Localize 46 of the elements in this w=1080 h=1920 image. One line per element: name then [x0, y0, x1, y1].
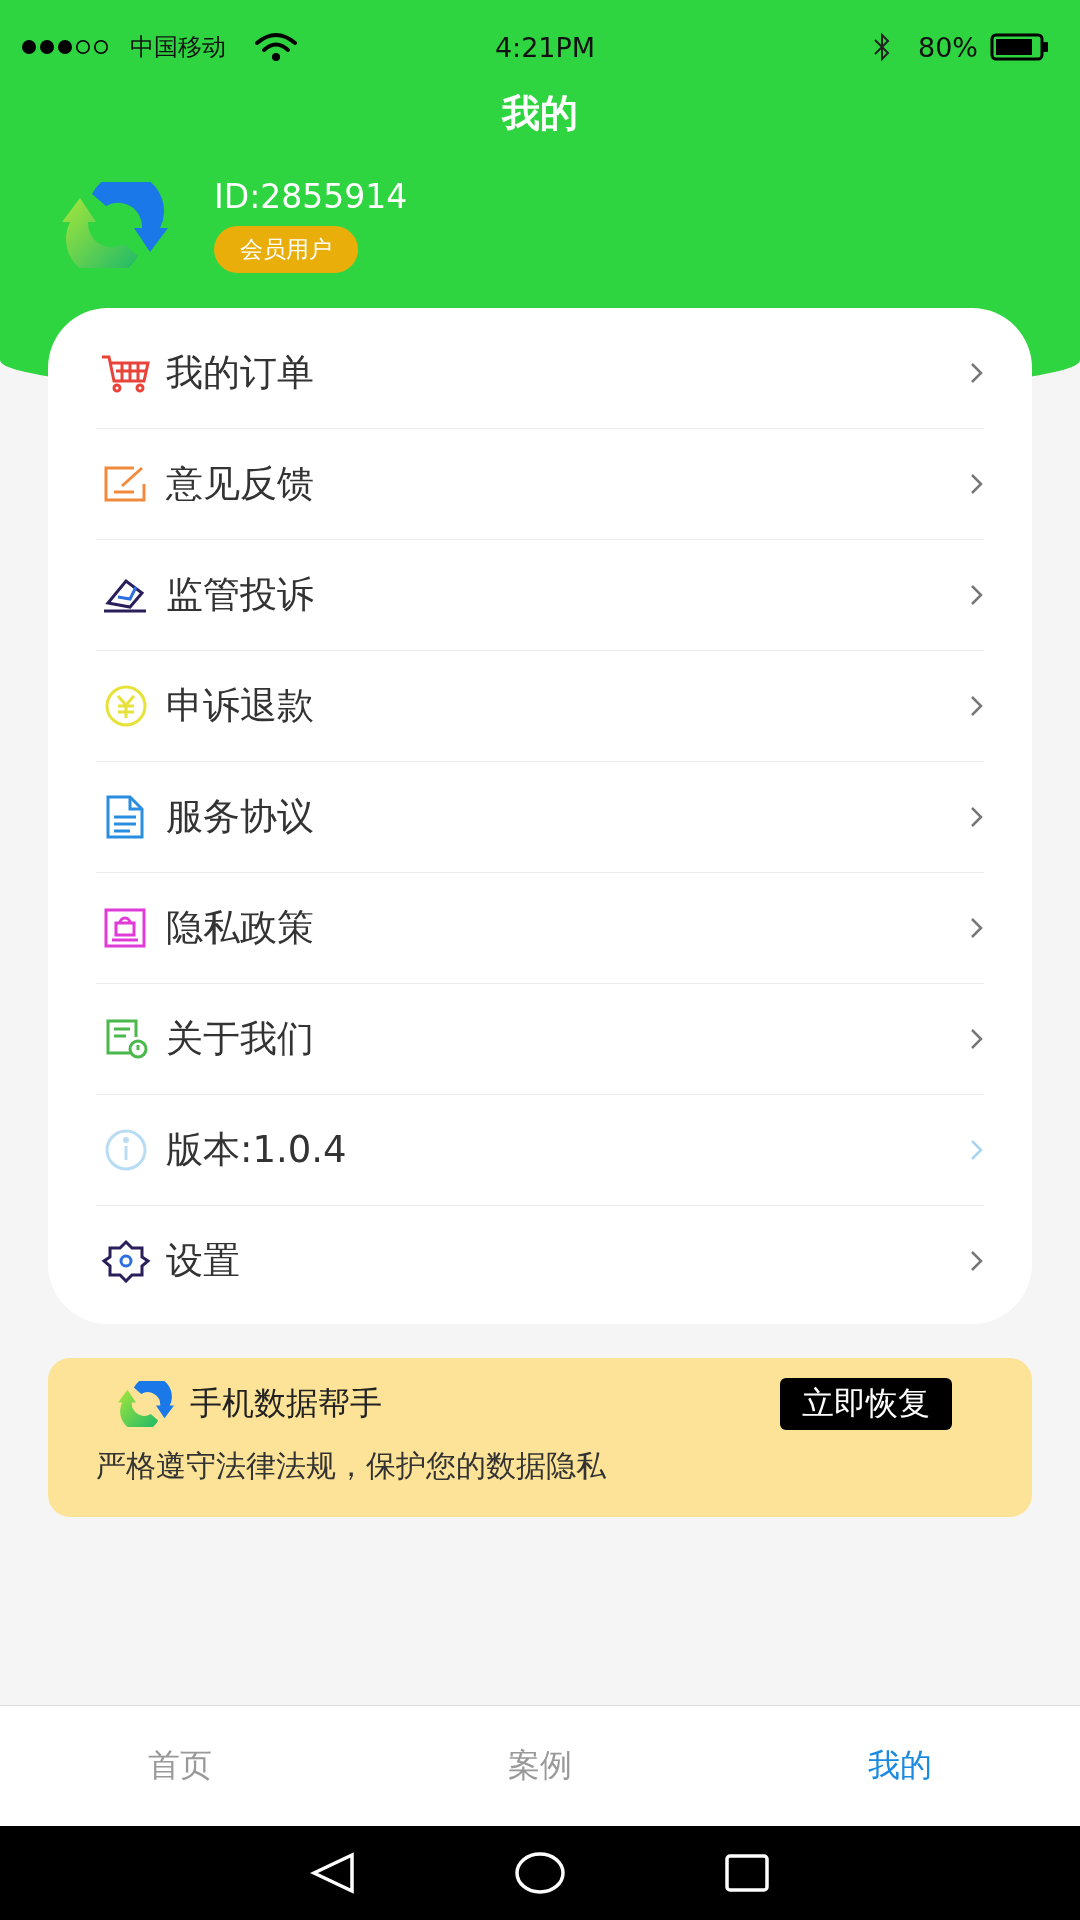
menu-item[interactable]: 隐私政策: [96, 873, 984, 984]
chevron-right-icon: [970, 472, 984, 496]
chevron-right-icon: [970, 361, 984, 385]
settings-icon: [100, 1239, 152, 1283]
carrier-name: 中国移动: [130, 32, 226, 63]
restore-button[interactable]: 立即恢复: [780, 1378, 952, 1430]
promo-title: 手机数据帮手: [190, 1383, 382, 1424]
menu-item[interactable]: 服务协议: [96, 762, 984, 873]
menu-label: 服务协议: [166, 794, 314, 840]
sync-logo-icon: [118, 1381, 174, 1427]
menu-item[interactable]: 意见反馈: [96, 429, 984, 540]
user-id: ID:2855914: [214, 177, 408, 216]
chevron-right-icon: [970, 805, 984, 829]
menu-label: 监管投诉: [166, 572, 314, 618]
chevron-right-icon: [970, 1249, 984, 1273]
wifi-icon: [254, 32, 298, 62]
menu-item[interactable]: 监管投诉: [96, 540, 984, 651]
menu-item[interactable]: 申诉退款: [96, 651, 984, 762]
menu-item[interactable]: 版本:1.0.4: [96, 1095, 984, 1206]
chevron-right-icon: [970, 1027, 984, 1051]
status-time: 4:21PM: [494, 31, 596, 63]
menu-label: 版本:1.0.4: [166, 1127, 347, 1173]
member-badge: 会员用户: [214, 226, 358, 273]
menu-label: 隐私政策: [166, 905, 314, 951]
battery-icon: [990, 33, 1050, 61]
bluetooth-icon: [871, 32, 892, 62]
chevron-right-icon: [970, 916, 984, 940]
tab[interactable]: 我的: [720, 1706, 1080, 1826]
menu-label: 意见反馈: [166, 461, 314, 507]
chevron-right-icon: [970, 583, 984, 607]
recents-icon[interactable]: [724, 1853, 771, 1893]
menu-label: 设置: [166, 1238, 240, 1284]
chevron-right-icon: [970, 1138, 984, 1162]
menu-item[interactable]: 关于我们: [96, 984, 984, 1095]
back-icon[interactable]: [309, 1851, 356, 1895]
menu-item[interactable]: 我的订单: [96, 318, 984, 429]
battery-percent: 80%: [917, 31, 978, 63]
menu-label: 申诉退款: [166, 683, 314, 729]
chevron-right-icon: [970, 694, 984, 718]
home-icon[interactable]: [515, 1851, 565, 1895]
page-title: 我的: [500, 90, 579, 137]
menu-label: 关于我们: [166, 1016, 314, 1062]
menu-label: 我的订单: [166, 350, 314, 396]
sync-logo-icon: [62, 182, 168, 268]
promo-text: 严格遵守法律法规，保护您的数据隐私: [96, 1447, 606, 1485]
menu-item[interactable]: 设置: [96, 1206, 984, 1316]
